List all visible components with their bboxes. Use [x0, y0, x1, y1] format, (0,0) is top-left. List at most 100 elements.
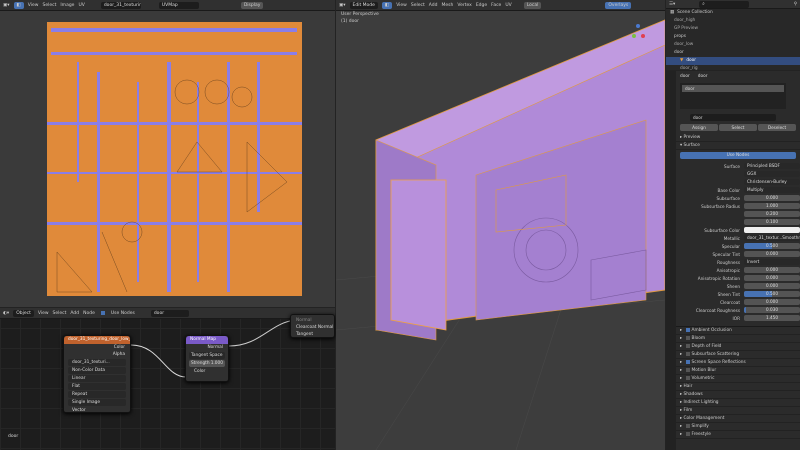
display-menu[interactable]: Display — [240, 1, 264, 9]
context-material[interactable]: door — [698, 74, 708, 79]
property-value-field[interactable]: Invert — [744, 258, 800, 266]
properties-editor[interactable]: door door door door Assign Select Desele… — [666, 71, 800, 450]
extension-select[interactable]: Repeat — [68, 391, 126, 398]
property-value-field[interactable]: 0.500 — [744, 290, 800, 298]
menu-uv[interactable]: UV — [78, 3, 84, 8]
output-color[interactable]: Color — [64, 344, 130, 351]
input-color[interactable]: Color — [190, 368, 224, 375]
outliner-item[interactable]: props — [666, 33, 800, 41]
display-mode-icon[interactable]: ☰▾ — [669, 2, 675, 7]
panel-checkbox[interactable] — [685, 367, 690, 372]
surface-panel[interactable]: ▾ Surface — [676, 142, 800, 150]
property-value-field[interactable]: door_31_textur...Smoothness.png — [744, 234, 800, 242]
property-value-field[interactable]: GGX — [744, 170, 800, 178]
property-value-field[interactable]: 0.200 — [744, 210, 800, 218]
panel-checkbox[interactable] — [685, 335, 690, 340]
scene-collection[interactable]: ▦ Scene Collection — [666, 9, 800, 17]
node-editor[interactable]: ◐▾ Object View Select Add Node Use Nodes… — [0, 308, 335, 450]
render-panel[interactable]: ▸ Ambient Occlusion — [676, 327, 800, 335]
search-input[interactable]: ⌕ — [699, 0, 750, 8]
filter-icon[interactable]: ⚲ — [794, 2, 797, 7]
property-value-field[interactable]: 0.500 — [744, 242, 800, 250]
panel-checkbox[interactable] — [685, 327, 690, 332]
property-value-field[interactable]: 0.000 — [744, 266, 800, 274]
image-selector[interactable]: door_31_texturi... — [68, 359, 126, 366]
render-panel[interactable]: ▸ Indirect Lighting — [676, 399, 800, 407]
render-panel[interactable]: ▸ Screen Space Reflections — [676, 359, 800, 367]
select-mode-icon[interactable]: ◧ — [13, 1, 24, 9]
use-nodes-button[interactable]: Use Nodes — [680, 152, 796, 159]
strength-field[interactable]: Strength 1.000 — [189, 360, 225, 367]
panel-checkbox[interactable] — [685, 431, 690, 436]
outliner-item[interactable]: GP Preview — [666, 25, 800, 33]
editor-type-icon[interactable]: ▣▾ — [3, 3, 10, 8]
render-panel[interactable]: ▸ Volumetric — [676, 375, 800, 383]
render-panel[interactable]: ▸ Film — [676, 407, 800, 415]
menu-select[interactable]: Select — [42, 3, 56, 8]
space-select[interactable]: Tangent Space — [189, 352, 225, 359]
render-panel[interactable]: ▸ Shadows — [676, 391, 800, 399]
property-label: Subsurface — [716, 195, 740, 201]
interpolation-select[interactable]: Linear — [68, 375, 126, 382]
render-panel[interactable]: ▸ Bloom — [676, 335, 800, 343]
property-value-field[interactable]: 0.000 — [744, 250, 800, 258]
menu-image[interactable]: Image — [60, 3, 74, 8]
outliner-item[interactable]: door_low — [666, 41, 800, 49]
render-panel[interactable]: ▸ Color Management — [676, 415, 800, 423]
material-field[interactable]: door — [690, 114, 776, 121]
panel-checkbox[interactable] — [685, 423, 690, 428]
input-tangent[interactable]: Tangent — [291, 331, 334, 338]
property-value-field[interactable]: 0.000 — [744, 298, 800, 306]
select-button[interactable]: Select — [719, 124, 757, 131]
image-texture-node[interactable]: door_31_texturing_door_low_Normal... Col… — [63, 335, 131, 413]
assign-button[interactable]: Assign — [680, 124, 718, 131]
output-normal[interactable]: Normal — [186, 344, 228, 351]
deselect-button[interactable]: Deselect — [758, 124, 796, 131]
render-panel[interactable]: ▸ Hair — [676, 383, 800, 391]
outliner-item[interactable]: door_high — [666, 17, 800, 25]
property-value-field[interactable]: Principled BSDF — [744, 162, 800, 170]
input-normal[interactable]: Normal — [291, 317, 334, 324]
property-value-field[interactable]: 0.000 — [744, 282, 800, 290]
input-clearcoat-normal[interactable]: Clearcoat Normal — [291, 324, 334, 331]
property-value-field[interactable]: 0.100 — [744, 218, 800, 226]
render-panel[interactable]: ▸ Motion Blur — [676, 367, 800, 375]
color-space-select[interactable]: Non-Color Data — [68, 367, 126, 374]
properties-tabs[interactable] — [666, 71, 676, 450]
image-selector[interactable]: door_31_texturing_... — [100, 1, 141, 9]
uvmap-field[interactable]: UVMap — [158, 1, 199, 9]
3d-viewport[interactable]: ▣▾ Edit Mode ◧ View Select Add Mesh Vert… — [336, 0, 665, 450]
property-value-field[interactable] — [744, 226, 800, 234]
render-panel[interactable]: ▸ Simplify — [676, 423, 800, 431]
outliner[interactable]: ☰▾ ⌕ ⚲ ▦ Scene Collection door_high GP Pr… — [666, 0, 800, 71]
outliner-item-selected[interactable]: ▼ door — [666, 57, 800, 65]
property-value-field[interactable]: 0.000 — [744, 194, 800, 202]
principled-bsdf-node-partial[interactable]: Normal Clearcoat Normal Tangent — [290, 314, 335, 338]
property-value-field[interactable]: 0.000 — [744, 274, 800, 282]
material-slot-list[interactable]: door — [680, 83, 786, 109]
panel-checkbox[interactable] — [685, 359, 690, 364]
render-panel[interactable]: ▸ Subsurface Scattering — [676, 351, 800, 359]
menu-view[interactable]: View — [28, 3, 39, 8]
source-select[interactable]: Single Image — [68, 399, 126, 406]
normal-map-node[interactable]: Normal Map Normal Tangent Space Strength… — [185, 335, 229, 382]
property-value-field[interactable]: 1.000 — [744, 202, 800, 210]
projection-select[interactable]: Flat — [68, 383, 126, 390]
panel-checkbox[interactable] — [685, 375, 690, 380]
uv-editor[interactable]: ▣▾ ◧ View Select Image UV door_31_textur… — [0, 0, 335, 307]
render-panel[interactable]: ▸ Freestyle — [676, 431, 800, 439]
context-object[interactable]: door — [680, 74, 690, 79]
outliner-item[interactable]: door — [666, 49, 800, 57]
uv-texture-image[interactable] — [47, 22, 302, 296]
material-slot[interactable]: door — [682, 85, 784, 92]
input-vector[interactable]: Vector — [68, 407, 126, 414]
property-value-field[interactable]: 0.030 — [744, 306, 800, 314]
property-value-field[interactable]: 1.450 — [744, 314, 800, 322]
panel-checkbox[interactable] — [685, 351, 690, 356]
render-panel[interactable]: ▸ Depth of Field — [676, 343, 800, 351]
property-value-field[interactable]: Christensen-Burley — [744, 178, 800, 186]
preview-panel[interactable]: ▸ Preview — [676, 134, 800, 142]
output-alpha[interactable]: Alpha — [64, 351, 130, 358]
panel-checkbox[interactable] — [685, 343, 690, 348]
property-value-field[interactable]: Multiply — [744, 186, 800, 194]
